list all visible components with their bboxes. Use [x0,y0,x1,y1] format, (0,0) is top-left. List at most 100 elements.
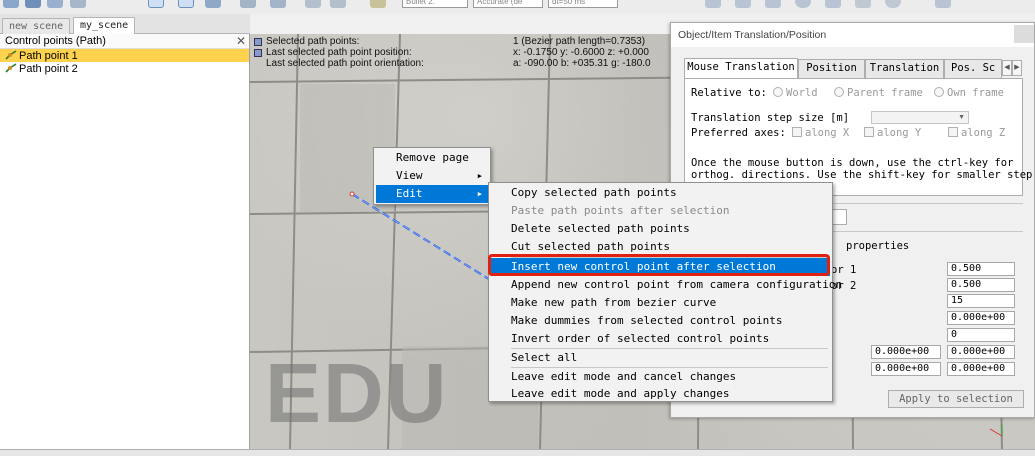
selection-info-icon [254,38,262,46]
stop-icon[interactable] [765,0,781,8]
menu-item-remove-page[interactable]: Remove page [376,149,488,167]
camera-icon[interactable] [825,0,841,8]
menu-item-label: View [396,169,423,182]
tab-pos-scaling[interactable]: Pos. Sc [944,59,1002,78]
undo-icon[interactable] [3,0,19,8]
relative-own-frame-radio[interactable]: Own frame [934,87,1004,99]
edu-watermark: EDU [265,346,449,440]
edit-submenu: Copy selected path points Paste path poi… [488,182,842,403]
play-icon[interactable] [705,0,721,8]
dialog-button[interactable] [831,209,847,225]
main-toolbar: Bullet 2. Accurate (de dt=50 ms [0,0,1035,14]
last-position-label: Last selected path point position: [266,47,412,58]
hierarchy-header: Control points (Path) ✕ [0,34,249,49]
hierarchy-item-path-point-2[interactable]: Path point 2 [0,62,249,75]
timestep-select[interactable]: dt=50 ms [548,0,618,8]
menu-item-select-all[interactable]: Select all [491,349,830,367]
tab-scroll-left-icon[interactable]: ◀ [1002,60,1012,76]
checkbox-label: along X [805,127,850,139]
layers-icon[interactable] [240,0,256,8]
close-icon[interactable]: ✕ [236,34,246,49]
accuracy-select[interactable]: Accurate (de [473,0,543,8]
menu-item-leave-edit-cancel[interactable]: Leave edit mode and cancel changes [491,368,830,386]
relative-parent-frame-radio[interactable]: Parent frame [834,87,923,99]
menu-item-append-control-point-from-camera[interactable]: Append new control point from camera con… [491,276,842,294]
highlight-callout [488,254,830,276]
tab-scroll-right-icon[interactable]: ▶ [1012,60,1022,76]
realtime-icon[interactable] [795,0,811,8]
property-field[interactable]: 0.000e+00 [871,345,941,359]
pause-icon[interactable] [735,0,751,8]
menu-item-label: Edit [396,187,423,200]
property-field[interactable]: 0.500 [947,278,1015,292]
rotate-icon[interactable] [205,0,221,8]
menu-item-view[interactable]: View ▶ [376,167,488,185]
chevron-right-icon: ▶ [477,172,482,180]
along-x-checkbox[interactable]: along X [792,127,849,139]
stack-icon[interactable] [47,0,63,8]
menu-item-edit[interactable]: Edit ▶ [376,185,488,203]
checkbox-icon [948,127,958,137]
tab-position[interactable]: Position [798,59,865,78]
property-field[interactable]: 0.000e+00 [947,311,1015,325]
last-orientation-value: a: -090.00 b: +035.31 g: -180.0 [513,58,651,69]
menu-item-paste-path-points[interactable]: Paste path points after selection [491,202,830,220]
status-bar [0,449,1035,456]
star-icon[interactable] [855,0,871,8]
link-icon[interactable] [330,0,346,8]
path-point-icon [5,50,17,60]
settings-icon[interactable] [935,0,951,8]
last-orientation-label: Last selected path point orientation: [266,58,424,69]
menu-item-copy-selected-path-points[interactable]: Copy selected path points [491,184,830,202]
checkbox-icon [864,127,874,137]
tab-mouse-translation[interactable]: Mouse Translation [684,58,798,79]
context-menu: Remove page View ▶ Edit ▶ [373,147,491,205]
property-field[interactable]: 0.000e+00 [947,362,1015,376]
eye-icon[interactable] [885,0,901,8]
apply-to-selection-button[interactable]: Apply to selection [888,390,1024,408]
translation-step-label: Translation step size [m] [691,112,850,124]
link-icon[interactable] [305,0,321,8]
property-field[interactable]: 15 [947,294,1015,308]
menu-item-make-dummies[interactable]: Make dummies from selected control point… [491,312,830,330]
scene-tab-bar: new scene my_scene [0,14,250,35]
relative-world-radio[interactable]: World [773,87,818,99]
shape-icon[interactable] [25,0,41,8]
menu-item-invert-order[interactable]: Invert order of selected control points [491,330,830,348]
mouse-translation-panel: Relative to: World Parent frame Own fram… [684,78,1032,196]
radio-icon [834,87,844,97]
property-field[interactable]: 0.500 [947,262,1015,276]
along-z-checkbox[interactable]: along Z [948,127,1005,139]
hierarchy-item-path-point-1[interactable]: Path point 1 [0,49,249,62]
checkbox-label: along Y [877,127,922,139]
property-field[interactable]: 0.000e+00 [871,362,941,376]
close-button[interactable] [1014,25,1034,43]
property-field[interactable]: 0 [947,328,1015,342]
tab-translation[interactable]: Translation [865,59,944,78]
help-text-line-2: orthog. directions. Use the shift-key fo… [691,169,1033,181]
fit-view-icon[interactable] [70,0,86,8]
path-point-icon [5,63,17,73]
translation-step-select[interactable]: ▼ [871,111,969,124]
menu-item-leave-edit-apply[interactable]: Leave edit mode and apply changes [491,385,830,403]
tab-new-scene[interactable]: new scene [2,18,71,34]
checkbox-label: along Z [961,127,1006,139]
preferred-axes-label: Preferred axes: [691,127,786,139]
property-field[interactable]: 0.000e+00 [947,345,1015,359]
properties-header: properties [846,240,910,252]
move-icon[interactable] [178,0,194,8]
path-point-marker[interactable] [349,191,355,197]
physics-engine-select[interactable]: Bullet 2. [402,0,468,8]
radio-icon [934,87,944,97]
selected-points-value: 1 (Bezier path length=0.7353) [513,36,646,47]
select-icon[interactable] [148,0,164,8]
assembly-icon[interactable] [270,0,286,8]
tab-my-scene[interactable]: my_scene [73,17,136,35]
along-y-checkbox[interactable]: along Y [864,127,921,139]
relative-to-label: Relative to: [691,87,767,99]
menu-item-delete-selected-path-points[interactable]: Delete selected path points [491,220,830,238]
property-row-label-1: or 1 [831,264,857,276]
brush-icon[interactable] [370,0,386,8]
selected-points-label: Selected path points: [266,36,360,47]
menu-item-make-path-from-bezier[interactable]: Make new path from bezier curve [491,294,830,312]
